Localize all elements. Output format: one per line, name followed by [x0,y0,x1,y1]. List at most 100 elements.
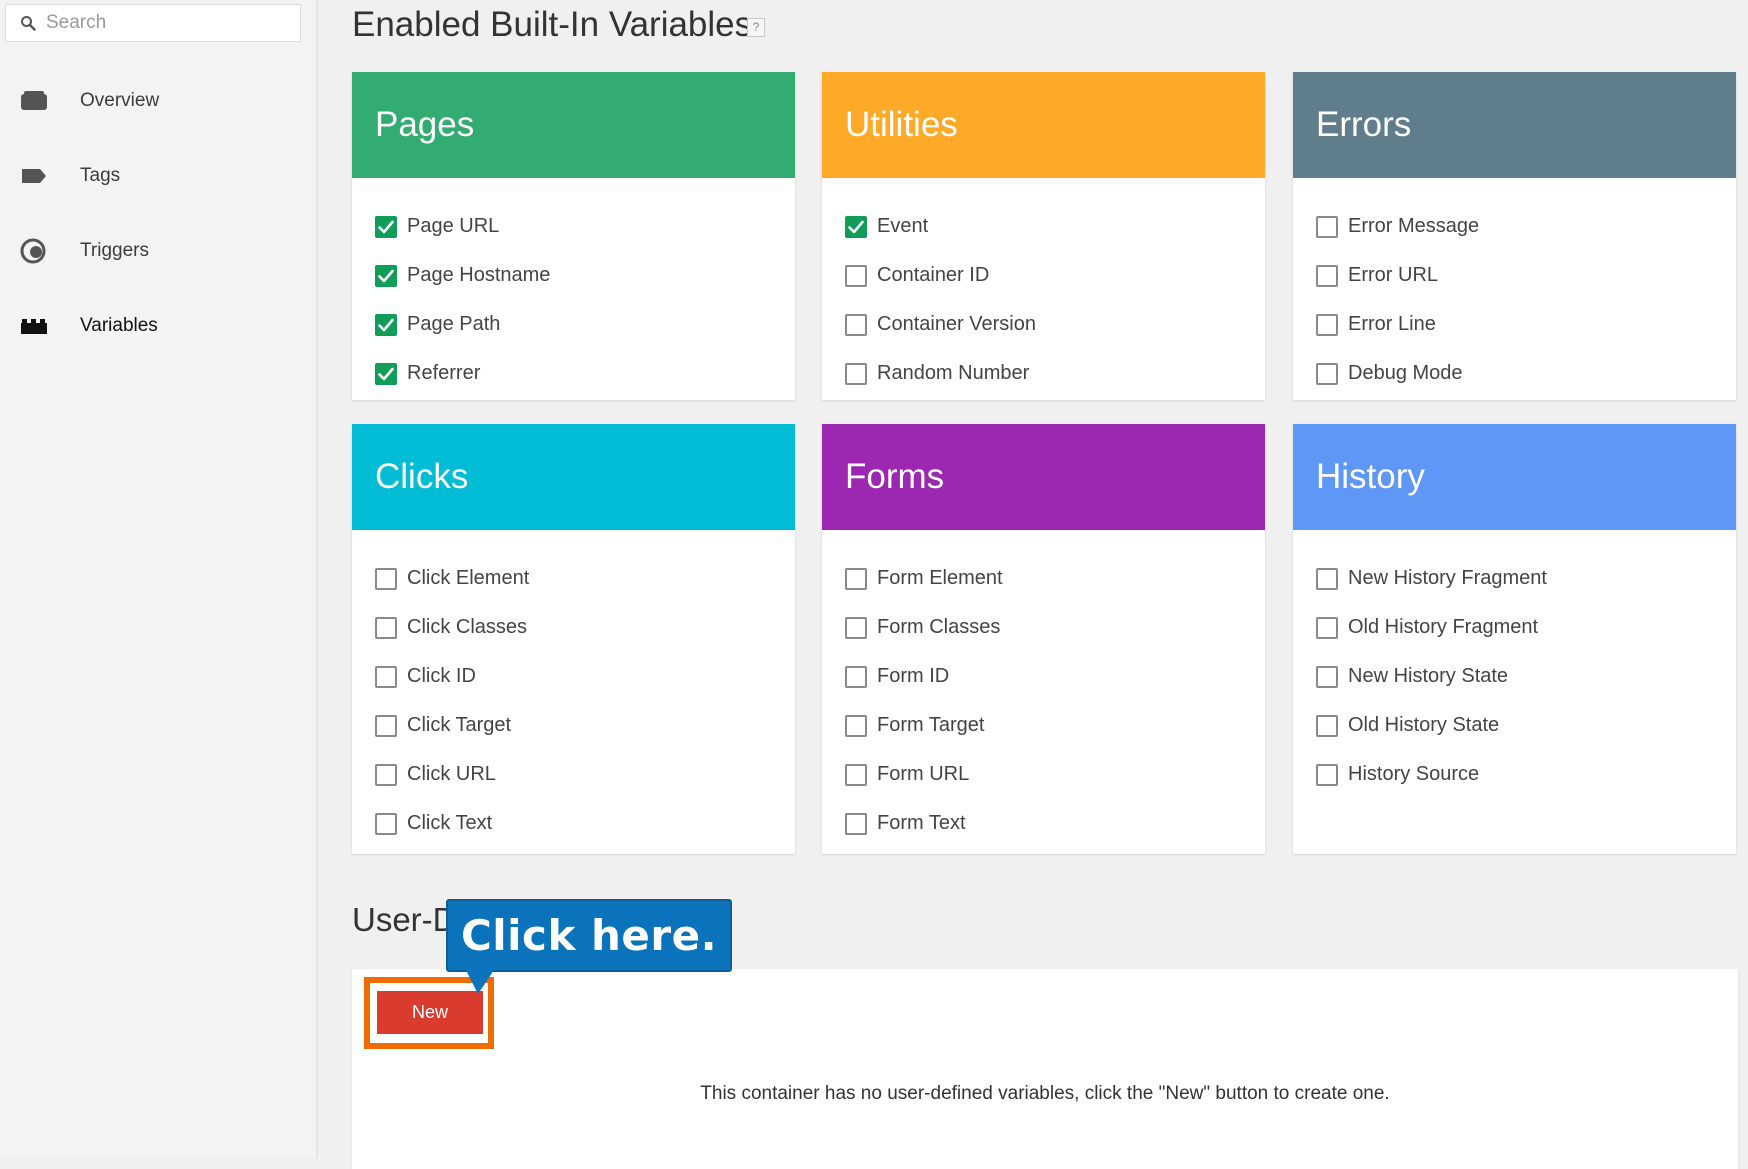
checkbox-checked-icon[interactable] [845,215,867,238]
variable-label: Click Target [407,714,512,736]
search-icon [21,16,36,31]
variable-label: Old History State [1348,714,1500,736]
blocks-icon [20,314,48,338]
variable-checkbox-row[interactable]: Click Element [352,554,795,603]
variable-card-forms: Forms Form Element Form Classes Form ID Form… [822,424,1265,854]
variable-label: Container Version [877,313,1036,335]
card-title: Clicks [352,424,795,530]
empty-state-message: This container has no user-defined varia… [700,1083,1390,1104]
checkbox-checked-icon[interactable] [375,264,397,287]
variable-checkbox-row[interactable]: Referrer [352,349,795,398]
sidebar-item-overview[interactable]: Overview [0,71,316,131]
variable-label: Form ID [877,665,950,687]
checkbox-checked-icon[interactable] [375,362,397,385]
variable-label: Form Classes [877,616,1001,638]
variable-checkbox-row[interactable]: Form Element [822,554,1265,603]
variable-label: Referrer [407,362,481,384]
variable-checkbox-row[interactable]: Form URL [822,750,1265,799]
variable-checkbox-row[interactable]: Random Number [822,349,1265,398]
checkbox-unchecked-icon[interactable] [1316,362,1338,385]
sidebar-item-variables[interactable]: Variables [0,296,316,356]
checkbox-unchecked-icon[interactable] [845,812,867,835]
checkbox-checked-icon[interactable] [375,313,397,336]
variable-label: Old History Fragment [1348,616,1539,638]
sidebar-item-tags[interactable]: Tags [0,146,316,206]
checkbox-checked-icon[interactable] [375,215,397,238]
variable-card-history: History New History Fragment Old History F… [1293,424,1736,854]
checkbox-unchecked-icon[interactable] [375,812,397,835]
variable-card-errors: Errors Error Message Error URL Error Line De… [1293,72,1736,400]
variable-checkbox-row[interactable]: Old History State [1293,701,1736,750]
variable-label: Click URL [407,763,496,785]
variable-checkbox-row[interactable]: Old History Fragment [1293,603,1736,652]
checkbox-unchecked-icon[interactable] [1316,665,1338,688]
variable-checkbox-row[interactable]: Error Message [1293,202,1736,251]
checkbox-unchecked-icon[interactable] [1316,763,1338,786]
variable-checkbox-row[interactable]: Click Text [352,799,795,848]
sidebar-item-label: Tags [80,165,121,186]
variable-label: Form Text [877,812,966,834]
variable-label: Page Path [407,313,501,335]
variable-checkbox-row[interactable]: Container ID [822,251,1265,300]
variable-checkbox-row[interactable]: Form Text [822,799,1265,848]
tag-icon [20,164,48,188]
checkbox-unchecked-icon[interactable] [1316,264,1338,287]
checkbox-unchecked-icon[interactable] [375,714,397,737]
variable-checkbox-row[interactable]: Click ID [352,652,795,701]
user-defined-title: User-D [352,901,457,938]
variable-label: Form Element [877,567,1003,589]
variable-checkbox-row[interactable]: Page Path [352,300,795,349]
variable-checkbox-row[interactable]: New History State [1293,652,1736,701]
variable-checkbox-row[interactable]: Error Line [1293,300,1736,349]
variable-checkbox-row[interactable]: History Source [1293,750,1736,799]
variable-checkbox-row[interactable]: Container Version [822,300,1265,349]
variable-label: Error Line [1348,313,1436,335]
page-title: Enabled Built-In Variables [352,5,753,44]
new-variable-button[interactable]: New [377,991,483,1034]
variable-label: Page Hostname [407,264,551,286]
variable-checkbox-row[interactable]: Form Target [822,701,1265,750]
checkbox-unchecked-icon[interactable] [375,567,397,590]
checkbox-unchecked-icon[interactable] [845,362,867,385]
briefcase-icon [20,89,48,113]
checkbox-unchecked-icon[interactable] [1316,313,1338,336]
checkbox-unchecked-icon[interactable] [1316,215,1338,238]
sidebar-item-triggers[interactable]: Triggers [0,221,316,281]
variable-checkbox-row[interactable]: Debug Mode [1293,349,1736,398]
help-icon[interactable]: ? [747,18,765,37]
variable-checkbox-row[interactable]: Click Classes [352,603,795,652]
variable-checkbox-row[interactable]: Page URL [352,202,795,251]
checkbox-unchecked-icon[interactable] [375,616,397,639]
checkbox-unchecked-icon[interactable] [1316,714,1338,737]
variable-checkbox-row[interactable]: Page Hostname [352,251,795,300]
variable-label: New History Fragment [1348,567,1547,589]
search-input[interactable] [44,11,278,35]
checkbox-unchecked-icon[interactable] [845,313,867,336]
trigger-icon [20,238,48,264]
variable-checkbox-row[interactable]: Error URL [1293,251,1736,300]
sidebar-item-label: Variables [80,315,158,336]
checkbox-unchecked-icon[interactable] [845,616,867,639]
checkbox-unchecked-icon[interactable] [1316,616,1338,639]
variable-label: Container ID [877,264,990,286]
variable-card-pages: Pages Page URL Page Hostname Page Path Refer… [352,72,795,400]
checkbox-unchecked-icon[interactable] [1316,567,1338,590]
checkbox-unchecked-icon[interactable] [375,763,397,786]
variable-checkbox-row[interactable]: Form ID [822,652,1265,701]
variable-checkbox-row[interactable]: Event [822,202,1265,251]
checkbox-unchecked-icon[interactable] [845,264,867,287]
variable-label: Debug Mode [1348,362,1463,384]
variable-label: Random Number [877,362,1030,384]
variable-checkbox-row[interactable]: New History Fragment [1293,554,1736,603]
checkbox-unchecked-icon[interactable] [845,763,867,786]
checkbox-unchecked-icon[interactable] [845,665,867,688]
variable-checkbox-row[interactable]: Click Target [352,701,795,750]
card-title: History [1293,424,1736,530]
checkbox-unchecked-icon[interactable] [845,567,867,590]
sidebar: Overview Tags Triggers Variables [0,0,318,1158]
sidebar-item-label: Overview [80,90,160,111]
checkbox-unchecked-icon[interactable] [375,665,397,688]
variable-checkbox-row[interactable]: Form Classes [822,603,1265,652]
checkbox-unchecked-icon[interactable] [845,714,867,737]
variable-checkbox-row[interactable]: Click URL [352,750,795,799]
